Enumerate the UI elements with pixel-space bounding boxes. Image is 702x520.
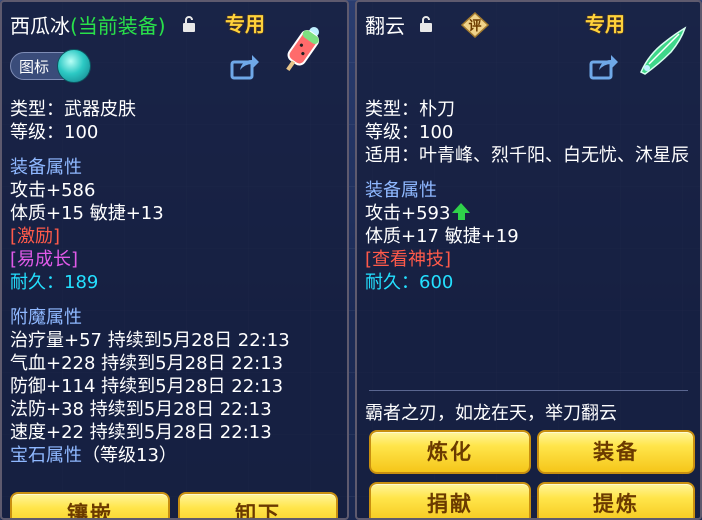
unlock-icon[interactable]	[419, 16, 433, 32]
item-title: 西瓜冰(当前装备)	[10, 10, 166, 39]
special-tag: 专用	[225, 12, 265, 36]
tag-easy-growth[interactable]: [易成长]	[10, 248, 341, 271]
unlock-icon[interactable]	[182, 16, 196, 32]
share-icon[interactable]	[230, 54, 260, 80]
applicable-characters: 适用：叶青峰、烈千阳、白无忧、沐星辰	[365, 145, 689, 166]
toggle-knob	[57, 49, 91, 83]
unequip-button[interactable]: 卸下	[178, 492, 338, 518]
equipped-status: (当前装备)	[70, 14, 166, 38]
flavor-text: 霸者之刃，如龙在天，举刀翻云	[365, 403, 617, 424]
gem-attr-header: 宝石属性	[10, 445, 82, 466]
enchant-line: 治疗量+57 持续到5月28日 22:13	[10, 330, 290, 351]
special-tag: 专用	[585, 12, 625, 36]
share-icon[interactable]	[589, 54, 619, 80]
durability: 耐久：189	[10, 272, 99, 293]
attack-stat-row: 攻击+593	[365, 202, 694, 225]
refine-button[interactable]: 炼化	[369, 430, 531, 474]
attribute-stats: 体质+17 敏捷+19	[365, 226, 519, 247]
icon-toggle-label: 图标	[19, 58, 50, 76]
equip-attr-header: 装备属性	[10, 157, 82, 178]
item-name: 西瓜冰	[10, 14, 70, 38]
evaluate-badge[interactable]: 评	[461, 12, 489, 38]
durability: 耐久：600	[365, 272, 454, 293]
item-details: 类型：朴刀 等级：100 适用：叶青峰、烈千阳、白无忧、沐星辰 装备属性 攻击+…	[365, 98, 694, 294]
enchant-line: 防御+114 持续到5月28日 22:13	[10, 376, 284, 397]
item-level: 等级：100	[10, 122, 99, 143]
icon-toggle[interactable]: 图标	[10, 49, 91, 83]
attack-stat: 攻击+586	[10, 180, 96, 201]
inlay-button[interactable]: 镶嵌	[10, 492, 170, 518]
extract-button[interactable]: 提炼	[537, 482, 695, 518]
enchant-line: 法防+38 持续到5月28日 22:13	[10, 399, 272, 420]
equip-attr-header: 装备属性	[365, 180, 437, 201]
item-details: 类型：武器皮肤 等级：100 装备属性 攻击+586 体质+15 敏捷+13 […	[10, 98, 341, 467]
view-divine-skill-link[interactable]: [查看神技]	[365, 248, 694, 271]
item-type: 类型：武器皮肤	[10, 99, 136, 120]
gem-level: （等级13）	[82, 445, 177, 466]
item-name: 翻云	[365, 14, 405, 38]
gem-attr-line: 宝石属性（等级13）	[10, 444, 341, 467]
equip-button[interactable]: 装备	[537, 430, 695, 474]
enchant-line: 气血+228 持续到5月28日 22:13	[10, 353, 284, 374]
item-level: 等级：100	[365, 122, 454, 143]
item-type: 类型：朴刀	[365, 99, 455, 120]
attribute-stats: 体质+15 敏捷+13	[10, 203, 164, 224]
divider	[369, 390, 688, 391]
enchant-attr-header: 附魔属性	[10, 307, 82, 328]
donate-button[interactable]: 捐献	[369, 482, 531, 518]
green-blade-icon	[640, 26, 687, 75]
tag-inspire[interactable]: [激励]	[10, 225, 341, 248]
evaluate-badge-label: 评	[468, 19, 481, 34]
enchant-line: 速度+22 持续到5月28日 22:13	[10, 422, 272, 443]
watermelon-ice-popsicle-icon	[286, 27, 320, 71]
compare-item-tooltip: 翻云 评 专用 类型：朴刀 等级：100 适用：叶青峰、烈千阳、白无忧、沐星辰 …	[355, 0, 702, 520]
equipped-item-tooltip: 西瓜冰(当前装备) 专用 图标 类型：武器皮肤 等级：100 装备属性 攻击+5…	[0, 0, 349, 520]
flavor-text-block: 霸者之刃，如龙在天，举刀翻云	[365, 402, 694, 425]
attack-stat: 攻击+593	[365, 203, 451, 224]
